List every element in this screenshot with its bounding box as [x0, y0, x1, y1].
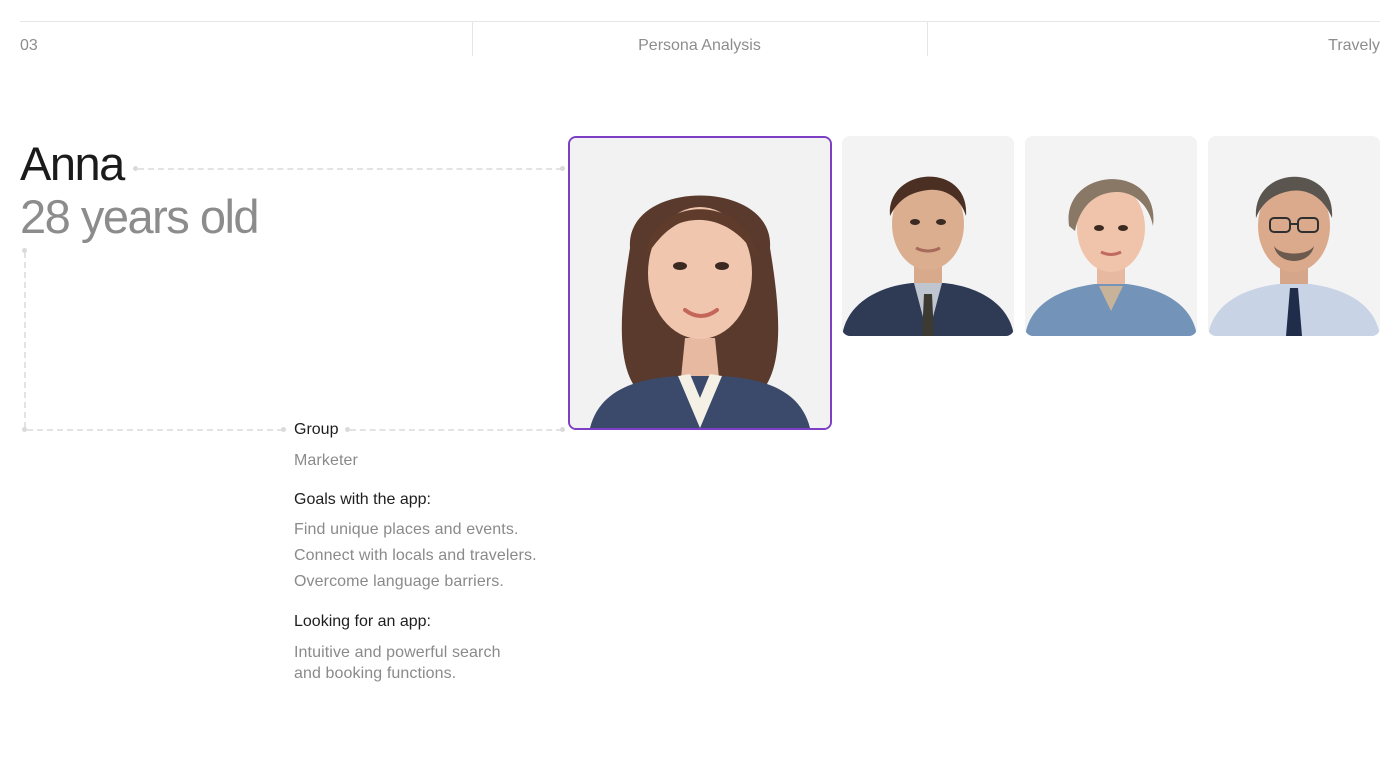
connector-line	[27, 429, 283, 431]
connector-dot	[560, 427, 565, 432]
header-divider	[20, 21, 1380, 22]
list-item: Find unique places and events.	[294, 521, 519, 538]
group-label: Group	[294, 421, 339, 438]
persona-avatar-woman-short-hair-icon	[1025, 136, 1197, 336]
persona-name: Anna	[20, 137, 125, 190]
header-column-divider	[927, 22, 928, 56]
goals-label: Goals with the app:	[294, 491, 431, 508]
persona-photo[interactable]	[842, 136, 1014, 336]
group-value: Marketer	[294, 452, 358, 469]
looking-line: and booking functions.	[294, 665, 457, 682]
list-item: Connect with locals and travelers.	[294, 547, 537, 564]
page-number: 03	[20, 37, 38, 54]
connector-dot	[560, 166, 565, 171]
goals-list: Find unique places and events. Connect w…	[294, 517, 537, 595]
brand-name: Travely	[1328, 37, 1380, 54]
persona-avatar-man-suit-icon	[842, 136, 1014, 336]
looking-description: Intuitive and powerful search and bookin…	[294, 642, 501, 684]
persona-photo-selected[interactable]	[568, 136, 832, 430]
connector-dot	[22, 248, 27, 253]
looking-label: Looking for an app:	[294, 613, 431, 630]
connector-dot	[281, 427, 286, 432]
section-title: Persona Analysis	[638, 37, 761, 54]
persona-photo[interactable]	[1208, 136, 1380, 336]
connector-line	[24, 252, 26, 428]
persona-age: 28 years old	[20, 190, 260, 243]
persona-photo[interactable]	[1025, 136, 1197, 336]
persona-avatar-man-glasses-icon	[1208, 136, 1380, 336]
list-item: Overcome language barriers.	[294, 573, 504, 590]
looking-line: Intuitive and powerful search	[294, 644, 501, 661]
connector-line	[350, 429, 562, 431]
connector-dot	[133, 166, 138, 171]
connector-line	[138, 168, 562, 170]
persona-avatar-woman-brown-hair-icon	[570, 138, 830, 428]
